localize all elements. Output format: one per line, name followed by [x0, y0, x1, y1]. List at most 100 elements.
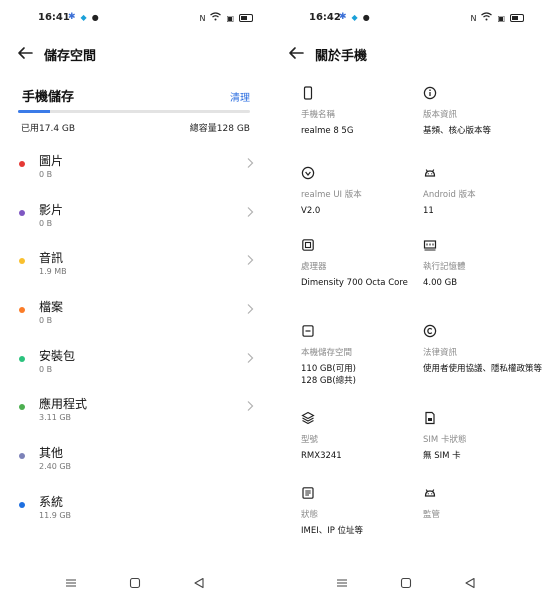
nfc-icon: N	[470, 13, 477, 23]
back-arrow-icon[interactable]	[287, 44, 305, 62]
phone-info-item[interactable]: 版本資訊 基頻、核心版本等	[423, 86, 542, 137]
chevron-right-icon	[247, 304, 254, 314]
about-phone-screen: 16:42 ✱ ◆ ● N ▣ 關於手機 手機名稱 realme 8 5G 版本資訊…	[271, 0, 542, 600]
used-storage-text: 已用17.4 GB	[21, 124, 76, 134]
phone-info-item[interactable]: SIM 卡狀態無 SIM 卡	[423, 411, 542, 462]
phone-info-item[interactable]: 法律資訊 使用者使用協議、隱私權政策等	[423, 324, 542, 375]
category-color-dot	[19, 404, 25, 411]
storage-category-item[interactable]: 檔案 0 B	[0, 292, 271, 341]
category-name: 影片	[39, 202, 64, 217]
page-title: 儲存空間	[44, 49, 97, 64]
category-color-dot	[19, 307, 25, 314]
info-value: V2.0	[301, 206, 321, 216]
header: 關於手機	[271, 42, 542, 66]
category-name: 系統	[39, 494, 64, 509]
category-name: 其他	[39, 446, 64, 461]
storage-category-item[interactable]: 安裝包 0 B	[0, 341, 271, 390]
storage-icon	[302, 325, 314, 337]
app-notification-icon: ◆	[80, 13, 87, 22]
wifi-icon	[210, 12, 222, 24]
storage-screen: 16:41 ✱ ◆ ● N ▣ 儲存空間 手機儲存 清理 已用17.4 GB 總…	[0, 0, 271, 600]
category-size: 0 B	[39, 170, 53, 179]
processor-icon	[302, 239, 314, 251]
back-arrow-icon[interactable]	[16, 44, 34, 62]
phone-info-item[interactable]: 狀態 IMEI、IP 位址等	[301, 486, 421, 537]
notification-box-icon: ▣	[497, 13, 505, 23]
info-value: RMX3241	[301, 451, 342, 461]
info-value: 110 GB(可用) 128 GB(總共)	[301, 364, 356, 386]
home-nav-icon[interactable]	[399, 576, 413, 590]
chevron-right-icon	[247, 206, 254, 217]
phone-icon	[303, 86, 313, 100]
phone-info-item[interactable]: 執行記憶體 4.00 GB	[423, 238, 542, 289]
location-icon: ●	[362, 13, 370, 22]
menu-nav-icon[interactable]	[335, 576, 349, 590]
info-label: 處理器	[301, 262, 327, 272]
battery-icon	[239, 14, 253, 22]
info-label: 本機儲存空間	[301, 348, 353, 358]
info-value: realme 8 5G	[301, 126, 354, 136]
category-size: 1.9 MB	[39, 267, 67, 277]
nfc-icon: N	[199, 13, 206, 23]
category-size: 0 B	[39, 218, 53, 228]
copyright-icon	[423, 324, 437, 338]
info-label: Android 版本	[423, 190, 476, 200]
category-color-dot	[19, 355, 25, 362]
category-size: 0 B	[39, 316, 53, 326]
storage-usage-bar	[18, 110, 250, 113]
storage-category-item[interactable]: 其他 2.40 GB	[0, 438, 271, 487]
chevron-right-icon	[247, 255, 254, 266]
info-label: realme UI 版本	[301, 190, 362, 200]
info-label: 監管	[423, 510, 441, 520]
page-title: 關於手機	[315, 49, 368, 64]
category-size: 2.40 GB	[39, 462, 72, 472]
storage-category-list: 圖片 0 B 影片 0 B 音訊 1.9 MB 檔案 0 B 安裝包 0 B 應用程式 3.11 GB…	[0, 146, 271, 536]
status-time: 16:41	[38, 12, 70, 23]
settings-notification-icon: ✱	[339, 12, 347, 22]
info-label: 法律資訊	[423, 348, 458, 358]
phone-info-item[interactable]: Android 版本 11	[423, 166, 542, 217]
info-label: 執行記憶體	[423, 262, 466, 272]
notification-box-icon: ▣	[226, 13, 234, 23]
storage-category-item[interactable]: 應用程式 3.11 GB	[0, 389, 271, 438]
info-value: 4.00 GB	[423, 278, 458, 288]
phone-info-item[interactable]: realme UI 版本 V2.0	[301, 166, 421, 217]
header: 儲存空間	[0, 42, 271, 66]
storage-usage-fill	[18, 110, 50, 113]
storage-category-item[interactable]: 圖片 0 B	[0, 146, 271, 195]
category-name: 音訊	[39, 251, 64, 266]
phone-info-item[interactable]: 手機名稱 realme 8 5G	[301, 86, 421, 137]
phone-info-item[interactable]: 型號 RMX3241	[301, 411, 421, 462]
category-color-dot	[19, 209, 25, 216]
layers-icon	[301, 411, 315, 425]
menu-nav-icon[interactable]	[64, 576, 78, 590]
info-value: 基頻、核心版本等	[423, 126, 492, 136]
category-color-dot	[19, 453, 25, 460]
info-value: IMEI、IP 位址等	[301, 526, 364, 536]
phone-info-item[interactable]: 本機儲存空間 110 GB(可用) 128 GB(總共)	[301, 324, 421, 387]
back-nav-icon[interactable]	[192, 576, 206, 590]
check-circle-icon	[301, 166, 315, 180]
storage-category-item[interactable]: 影片 0 B	[0, 195, 271, 244]
phone-info-item[interactable]: 處理器 Dimensity 700 Octa Core	[301, 238, 421, 289]
home-nav-icon[interactable]	[128, 576, 142, 590]
info-label: SIM 卡狀態	[423, 435, 467, 445]
category-name: 安裝包	[39, 348, 76, 363]
storage-category-item[interactable]: 系統 11.9 GB	[0, 487, 271, 536]
storage-heading: 手機儲存	[22, 90, 75, 105]
info-value: Dimensity 700 Octa Core	[301, 278, 408, 288]
location-icon: ●	[91, 13, 99, 22]
category-size: 3.11 GB	[39, 413, 72, 423]
status-bar: 16:41 ✱ ◆ ● N ▣	[0, 10, 271, 26]
category-color-dot	[19, 258, 25, 265]
storage-category-item[interactable]: 音訊 1.9 MB	[0, 243, 271, 292]
android-icon	[424, 489, 436, 497]
back-nav-icon[interactable]	[463, 576, 477, 590]
phone-info-item[interactable]: 監管	[423, 486, 542, 525]
chevron-right-icon	[247, 352, 254, 363]
clean-button[interactable]: 清理	[230, 89, 250, 104]
chevron-right-icon	[247, 158, 254, 168]
list-icon	[302, 487, 314, 499]
ram-icon	[423, 240, 437, 251]
category-size: 11.9 GB	[39, 510, 72, 520]
